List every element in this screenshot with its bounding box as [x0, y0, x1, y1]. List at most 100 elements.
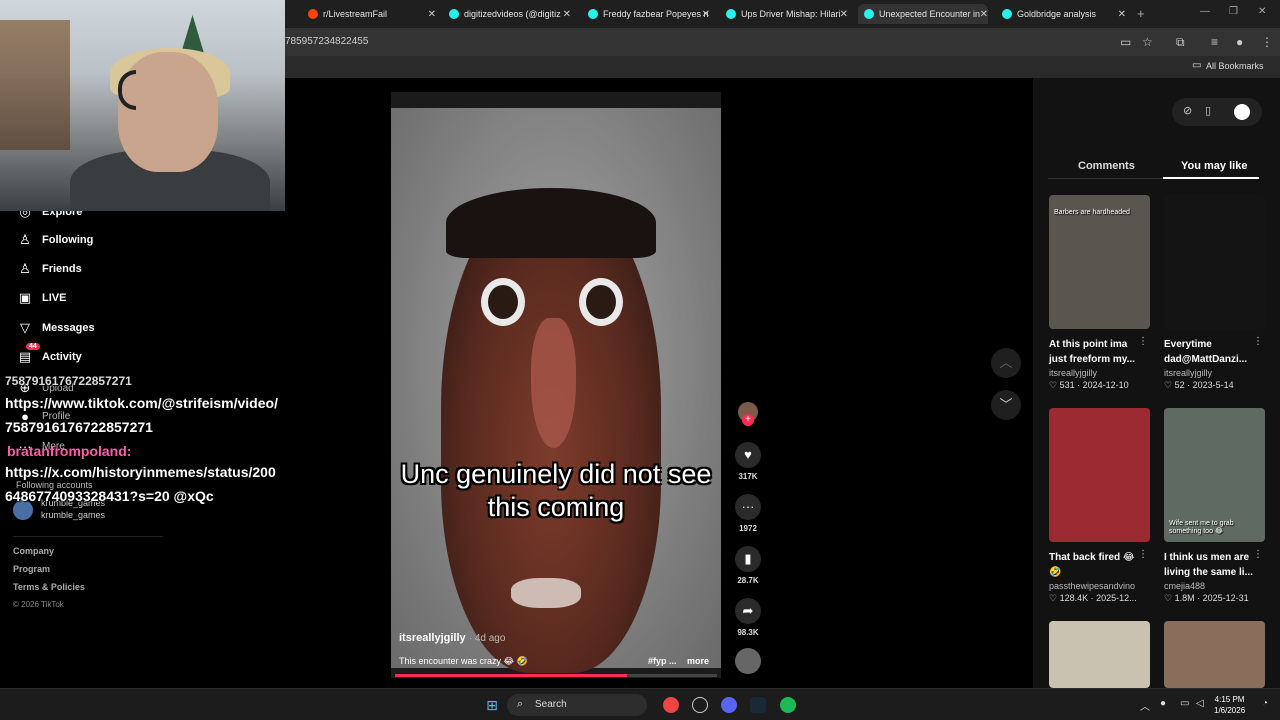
follow-plus-icon[interactable]: +	[742, 414, 754, 426]
suggested-video-card[interactable]: That back fired 😂 🤣 ⋮ passthewipesandvin…	[1049, 408, 1150, 604]
heart-icon[interactable]: ♥	[735, 442, 761, 468]
explore-icon[interactable]: ⊘	[1183, 104, 1192, 117]
video-thumbnail[interactable]	[1164, 621, 1265, 688]
save-count: 28.7K	[737, 576, 759, 585]
url-field[interactable]: 785957234822455	[285, 36, 368, 47]
steam-icon[interactable]	[750, 697, 766, 713]
video-player[interactable]: Unc genuinely did not see this coming it…	[391, 92, 721, 678]
video-progress-bar[interactable]	[395, 674, 717, 677]
all-bookmarks-link[interactable]: All Bookmarks	[1206, 61, 1264, 71]
footer-program[interactable]: Program	[13, 564, 50, 574]
card-meta: ♡ 128.4K · 2025-12...	[1049, 593, 1137, 603]
notification-bell-icon[interactable]: ◔	[1262, 698, 1268, 709]
tab-ups-driver[interactable]: Ups Driver Mishap: Hilari ✕	[726, 4, 848, 24]
video-thumbnail[interactable]: Barbers are hardheaded	[1049, 195, 1150, 329]
suggested-video-card[interactable]: Everytime dad@MattDanzi... ⋮ itsreallyjg…	[1164, 195, 1265, 391]
card-author[interactable]: itsreallyjgilly	[1164, 368, 1265, 378]
author-name[interactable]: itsreallyjgilly	[399, 632, 466, 644]
nav-messages[interactable]: ▽ Messages	[16, 320, 95, 336]
save-action[interactable]: ▮ 28.7K	[733, 546, 763, 585]
hashtag[interactable]: #fyp ...	[648, 656, 677, 666]
nav-friends[interactable]: ♙ Friends	[16, 261, 82, 277]
new-tab-button[interactable]: +	[1137, 6, 1145, 21]
chrome-icon[interactable]	[663, 697, 679, 713]
card-title[interactable]: At this point ima just freeform my...	[1049, 337, 1141, 367]
card-title[interactable]: I think us men are living the same li...	[1164, 550, 1256, 580]
maximize-icon[interactable]: ❐	[1229, 6, 1238, 17]
video-thumbnail[interactable]	[1049, 408, 1150, 542]
close-icon[interactable]: ✕	[1118, 9, 1126, 20]
chat-line: 7587916176722857271	[5, 419, 153, 435]
tab-freddy-fazbear[interactable]: Freddy fazbear Popeyes n ✕	[588, 4, 710, 24]
nav-following[interactable]: ♙ Following	[16, 232, 93, 248]
menu-kebab-icon[interactable]: ⋮	[1261, 35, 1273, 49]
discord-icon[interactable]	[721, 697, 737, 713]
close-icon[interactable]: ✕	[563, 9, 571, 20]
kebab-icon[interactable]: ⋮	[1253, 336, 1263, 347]
card-author[interactable]: cmejia488	[1164, 581, 1265, 591]
video-thumbnail[interactable]	[1049, 621, 1150, 688]
card-author[interactable]: itsreallyjgilly	[1049, 368, 1150, 378]
like-action[interactable]: ♥ 317K	[733, 442, 763, 481]
tab-comments[interactable]: Comments	[1078, 160, 1135, 172]
suggested-video-card[interactable]: Barbers are hardheaded At this point ima…	[1049, 195, 1150, 391]
tab-livestreamfail[interactable]: r/LivestreamFail ✕	[308, 4, 436, 24]
card-author[interactable]: passthewipesandvino	[1049, 581, 1150, 591]
card-likes: 531	[1059, 380, 1075, 390]
active-tab-indicator	[1163, 177, 1259, 179]
close-icon[interactable]: ✕	[840, 9, 848, 20]
media-icon[interactable]: ≡	[1211, 35, 1218, 49]
nav-activity[interactable]: ▤ 44 Activity	[16, 343, 82, 365]
footer-terms[interactable]: Terms & Policies	[13, 582, 85, 592]
music-disc-icon[interactable]	[735, 648, 761, 674]
comment-action[interactable]: ··· 1972	[733, 494, 763, 533]
creator-avatar-button[interactable]: +	[738, 402, 758, 426]
suggested-video-card[interactable]	[1049, 621, 1150, 688]
windows-start-icon[interactable]: ⊞	[484, 697, 500, 713]
next-video-button[interactable]: ﹀	[991, 390, 1021, 420]
device-icon[interactable]: ▯	[1205, 104, 1211, 117]
close-icon[interactable]: ✕	[980, 9, 988, 20]
comment-icon[interactable]: ···	[735, 494, 761, 520]
previous-video-button[interactable]: ︿	[991, 348, 1021, 378]
system-clock[interactable]: 4:15 PM 1/6/2026	[1214, 694, 1245, 716]
nav-live[interactable]: ▣ LIVE	[16, 290, 67, 306]
suggested-video-card[interactable]: Wife sent me to grab something too 😂 I t…	[1164, 408, 1265, 604]
video-author[interactable]: itsreallyjgilly · 4d ago	[399, 632, 505, 644]
card-title[interactable]: Everytime dad@MattDanzi...	[1164, 337, 1256, 367]
app-icon[interactable]	[692, 697, 708, 713]
close-icon[interactable]: ✕	[428, 9, 436, 20]
video-mouth	[511, 578, 581, 608]
toggle-switch[interactable]	[1234, 104, 1250, 120]
kebab-icon[interactable]: ⋮	[1138, 336, 1148, 347]
extensions-icon[interactable]: ⧉	[1176, 35, 1185, 50]
suggested-video-card[interactable]	[1164, 621, 1265, 688]
video-thumbnail[interactable]: Wife sent me to grab something too 😂	[1164, 408, 1265, 542]
kebab-icon[interactable]: ⋮	[1138, 549, 1148, 560]
microphone-icon[interactable]: ●	[1160, 698, 1166, 709]
minimize-icon[interactable]: —	[1200, 6, 1210, 17]
speaker-icon[interactable]: ◁	[1196, 698, 1204, 709]
tab-you-may-like[interactable]: You may like	[1181, 160, 1247, 172]
bookmark-icon[interactable]: ▮	[735, 546, 761, 572]
close-window-icon[interactable]: ✕	[1258, 6, 1266, 17]
panel-tools: ⊘ ▯	[1172, 98, 1262, 126]
tab-goldbridge[interactable]: Goldbridge analysis ✕	[1002, 4, 1126, 24]
spotify-icon[interactable]	[780, 697, 796, 713]
video-thumbnail[interactable]	[1164, 195, 1265, 329]
cast-icon[interactable]: ▭	[1120, 35, 1131, 49]
tab-unexpected-encounter[interactable]: Unexpected Encounter in ✕	[858, 4, 988, 24]
network-icon[interactable]: ▭	[1180, 698, 1189, 709]
tray-chevron-icon[interactable]: ︿	[1140, 698, 1150, 713]
card-title[interactable]: That back fired 😂 🤣	[1049, 550, 1141, 580]
profile-avatar-icon[interactable]: ●	[1236, 35, 1243, 49]
close-icon[interactable]: ✕	[702, 9, 710, 20]
share-arrow-icon[interactable]: ➦	[735, 598, 761, 624]
taskbar-search[interactable]: ⌕ Search	[507, 694, 647, 716]
share-action[interactable]: ➦ 98.3K	[733, 598, 763, 637]
footer-company[interactable]: Company	[13, 546, 54, 556]
tab-digitizedvideos[interactable]: digitizedvideos (@digitiz ✕	[449, 4, 571, 24]
more-button[interactable]: more	[687, 656, 709, 666]
bookmark-star-icon[interactable]: ☆	[1142, 35, 1153, 49]
kebab-icon[interactable]: ⋮	[1253, 549, 1263, 560]
